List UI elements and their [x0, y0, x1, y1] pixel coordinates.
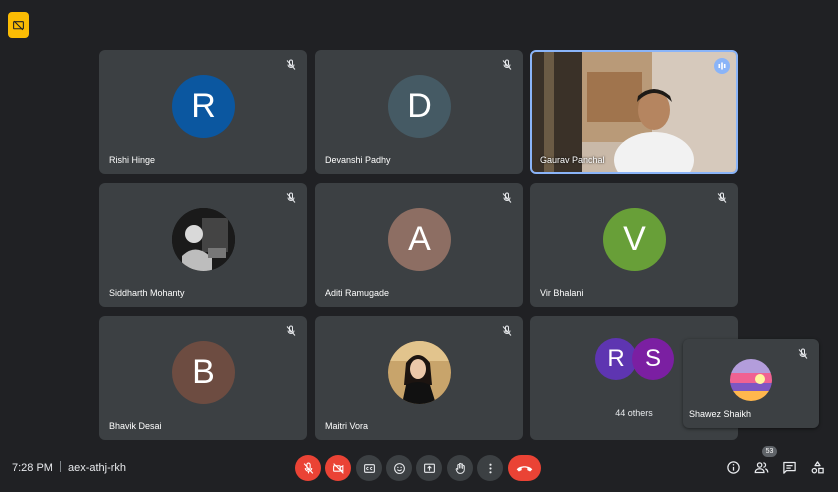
chat-button[interactable] — [780, 458, 798, 476]
people-icon — [754, 461, 768, 473]
avatar: A — [388, 208, 451, 271]
participant-name: Aditi Ramugade — [325, 288, 390, 298]
meeting-code[interactable]: aex-athj-rkh — [68, 462, 126, 474]
more-vert-icon — [488, 463, 492, 473]
participant-tile[interactable]: Maitri Vora — [315, 316, 523, 440]
mic-off-icon — [303, 462, 313, 474]
participant-name: Vir Bhalani — [540, 288, 584, 298]
mic-off-icon — [502, 59, 512, 70]
divider — [59, 461, 61, 472]
active-speaker-tile[interactable]: Gaurav Panchal — [530, 50, 738, 174]
raise-hand-button[interactable] — [447, 455, 473, 481]
reactions-button[interactable] — [386, 455, 412, 481]
captions-icon — [363, 463, 375, 473]
avatar — [172, 208, 235, 271]
people-button[interactable] — [752, 458, 770, 476]
meeting-details-button[interactable] — [724, 458, 742, 476]
present-button[interactable] — [416, 455, 442, 481]
avatar: R — [172, 75, 235, 138]
info-icon — [726, 460, 740, 474]
avatar — [730, 359, 772, 401]
mic-off-icon — [717, 192, 727, 203]
participant-name: Devanshi Padhy — [325, 155, 391, 165]
speaking-indicator-icon — [714, 58, 730, 74]
mic-off-icon — [286, 192, 296, 203]
participants-count-badge: 53 — [762, 446, 777, 457]
participant-name: Gaurav Panchal — [540, 155, 605, 165]
self-view-tile[interactable]: Shawez Shaikh — [683, 339, 819, 428]
participant-name: Bhavik Desai — [109, 421, 162, 431]
mic-off-icon — [502, 325, 512, 336]
clock-time: 7:28 PM — [12, 462, 53, 474]
chat-icon — [782, 461, 796, 474]
captions-button[interactable] — [356, 455, 382, 481]
mic-off-icon — [286, 325, 296, 336]
avatar: B — [172, 341, 235, 404]
participant-tile[interactable]: Siddharth Mohanty — [99, 183, 307, 307]
mic-off-icon — [798, 348, 808, 359]
mic-off-icon — [286, 59, 296, 70]
control-bar: 7:28 PM aex-athj-rkh — [0, 448, 838, 492]
more-options-button[interactable] — [477, 455, 503, 481]
participant-tile[interactable]: A Aditi Ramugade — [315, 183, 523, 307]
participant-name: Siddharth Mohanty — [109, 288, 185, 298]
leave-call-button[interactable] — [508, 455, 541, 481]
participant-tile[interactable]: B Bhavik Desai — [99, 316, 307, 440]
participant-tile[interactable]: V Vir Bhalani — [530, 183, 738, 307]
present-icon — [423, 463, 435, 473]
camera-off-icon — [332, 462, 344, 474]
activities-icon — [811, 460, 824, 473]
participant-name: Rishi Hinge — [109, 155, 156, 165]
activities-button[interactable] — [808, 458, 826, 476]
avatar: D — [388, 75, 451, 138]
participant-name: Maitri Vora — [325, 421, 369, 431]
avatar: S — [632, 338, 674, 380]
participant-video — [532, 52, 736, 172]
emoji-icon — [393, 462, 405, 474]
mic-toggle-button[interactable] — [295, 455, 321, 481]
phone-hangup-icon — [516, 466, 533, 472]
participant-tile[interactable]: D Devanshi Padhy — [315, 50, 523, 174]
participant-tile[interactable]: R Rishi Hinge — [99, 50, 307, 174]
avatar: V — [603, 208, 666, 271]
avatar: R — [595, 338, 637, 380]
avatar — [388, 341, 451, 404]
mic-off-icon — [502, 192, 512, 203]
presentation-indicator-icon[interactable] — [8, 12, 29, 38]
participant-name: Shawez Shaikh — [689, 409, 752, 419]
meeting-info: 7:28 PM aex-athj-rkh — [12, 461, 126, 474]
hand-icon — [455, 462, 465, 474]
camera-toggle-button[interactable] — [325, 455, 351, 481]
